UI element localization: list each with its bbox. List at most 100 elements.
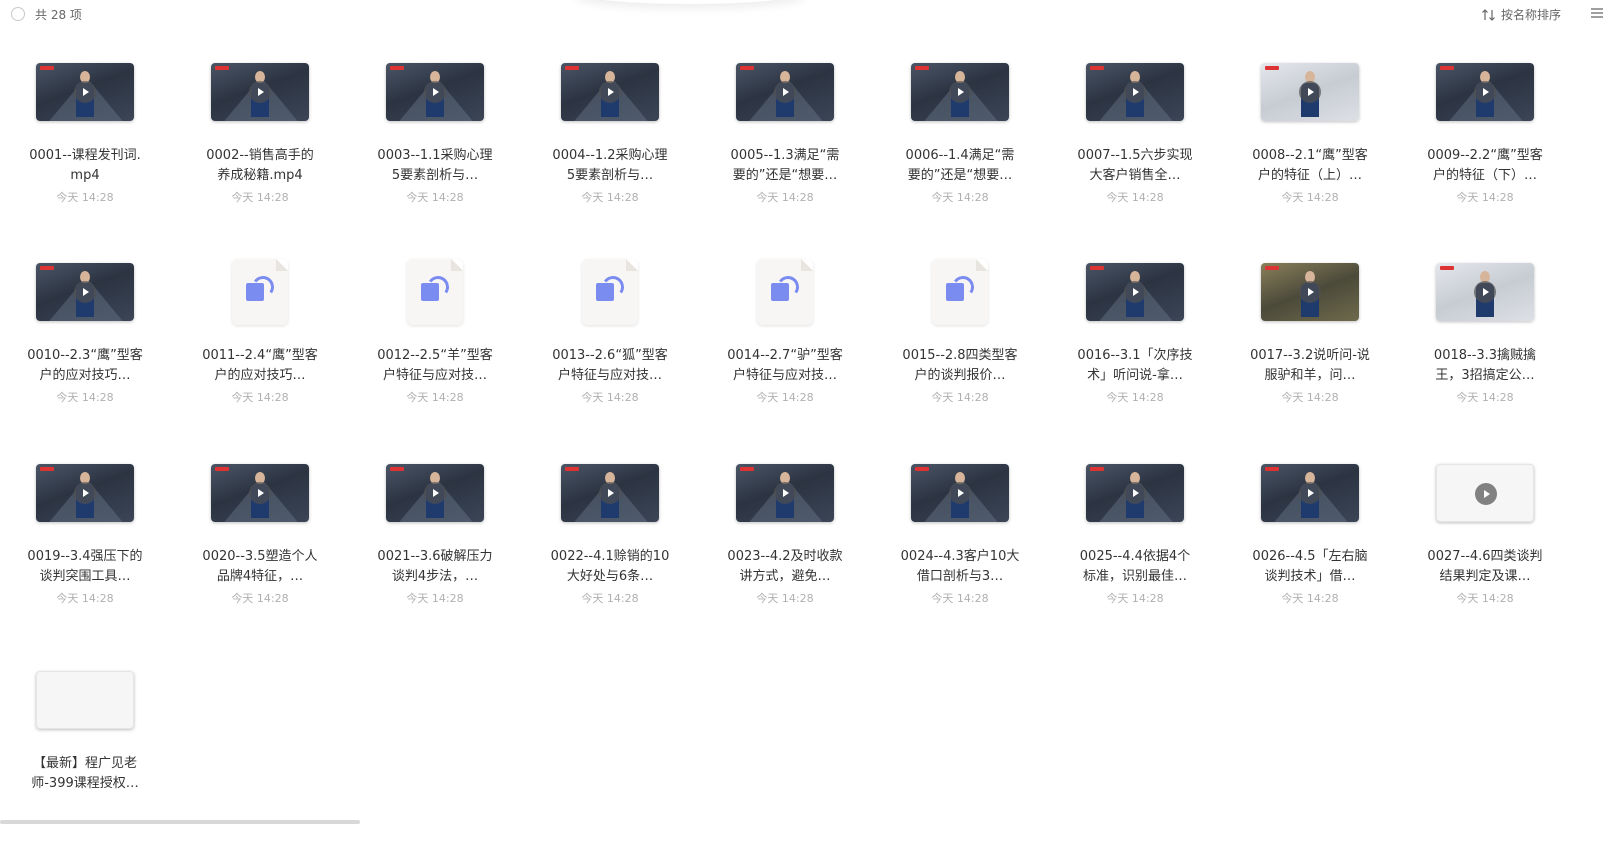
play-icon[interactable]: [1299, 81, 1321, 103]
file-date: 今天 14:28: [581, 191, 639, 204]
file-name: 0022--4.1赊销的10大好处与6条…: [550, 549, 670, 584]
file-thumbnail[interactable]: [911, 457, 1009, 529]
file-thumbnail[interactable]: [1086, 256, 1184, 328]
file-thumbnail[interactable]: [561, 256, 659, 328]
file-item[interactable]: 0007--1.5六步实现大客户销售全… 今天 14:28: [1050, 56, 1220, 256]
brand-logo-mark: [915, 467, 929, 471]
file-thumbnail[interactable]: [911, 256, 1009, 328]
file-item[interactable]: 0003--1.1采购心理5要素剖析与… 今天 14:28: [350, 56, 520, 256]
file-thumbnail[interactable]: [211, 457, 309, 529]
file-item[interactable]: 0018--3.3擒贼擒王，3招搞定公… 今天 14:28: [1400, 256, 1570, 456]
play-icon[interactable]: [1124, 81, 1146, 103]
file-item[interactable]: 0024--4.3客户10大借口剖析与3… 今天 14:28: [875, 457, 1045, 657]
play-icon[interactable]: [74, 81, 96, 103]
file-item[interactable]: 0012--2.5“羊”型客户特征与应对技… 今天 14:28: [350, 256, 520, 456]
video-preview: [911, 63, 1009, 121]
file-item[interactable]: 0011--2.4“鹰”型客户的应对技巧… 今天 14:28: [175, 256, 345, 456]
brand-logo-mark: [1440, 266, 1454, 270]
file-date: 今天 14:28: [1456, 391, 1514, 404]
file-thumbnail[interactable]: [736, 457, 834, 529]
file-thumbnail[interactable]: [211, 56, 309, 128]
file-thumbnail[interactable]: [1436, 56, 1534, 128]
play-icon[interactable]: [1299, 281, 1321, 303]
play-icon[interactable]: [249, 81, 271, 103]
file-thumbnail[interactable]: [36, 457, 134, 529]
file-thumbnail[interactable]: [36, 56, 134, 128]
sort-by-name-button[interactable]: 按名称排序: [1482, 6, 1561, 23]
file-thumbnail[interactable]: [561, 457, 659, 529]
file-thumbnail[interactable]: [736, 256, 834, 328]
file-item[interactable]: 0022--4.1赊销的10大好处与6条… 今天 14:28: [525, 457, 695, 657]
play-icon[interactable]: [424, 81, 446, 103]
play-icon[interactable]: [599, 482, 621, 504]
file-thumbnail[interactable]: [911, 56, 1009, 128]
play-icon[interactable]: [1475, 483, 1497, 505]
file-item[interactable]: 0015--2.8四类型客户的谈判报价… 今天 14:28: [875, 256, 1045, 456]
file-date: 今天 14:28: [1106, 592, 1164, 605]
file-item[interactable]: 0025--4.4依据4个标准，识别最佳… 今天 14:28: [1050, 457, 1220, 657]
file-name: 0009--2.2“鹰”型客户的特征（下）…: [1427, 148, 1543, 183]
file-thumbnail[interactable]: [1436, 256, 1534, 328]
file-thumbnail[interactable]: [386, 56, 484, 128]
file-item[interactable]: 0002--销售高手的养成秘籍.mp4 今天 14:28: [175, 56, 345, 256]
file-date: 今天 14:28: [931, 391, 989, 404]
file-item[interactable]: 0020--3.5塑造个人品牌4特征，… 今天 14:28: [175, 457, 345, 657]
file-thumbnail[interactable]: [36, 256, 134, 328]
list-menu-icon[interactable]: [1590, 6, 1604, 20]
play-icon[interactable]: [1124, 281, 1146, 303]
play-icon[interactable]: [74, 482, 96, 504]
file-thumbnail[interactable]: [1261, 457, 1359, 529]
play-icon[interactable]: [949, 81, 971, 103]
select-all-checkbox[interactable]: [11, 7, 25, 21]
brand-logo-mark: [40, 66, 54, 70]
file-item[interactable]: 0006--1.4满足“需要的”还是“想要… 今天 14:28: [875, 56, 1045, 256]
play-icon[interactable]: [74, 281, 96, 303]
play-icon[interactable]: [424, 482, 446, 504]
file-item[interactable]: 0016--3.1「次序技术」听问说-拿… 今天 14:28: [1050, 256, 1220, 456]
file-thumbnail[interactable]: [1436, 457, 1534, 529]
file-item[interactable]: 0010--2.3“鹰”型客户的应对技巧… 今天 14:28: [0, 256, 170, 456]
file-item[interactable]: 0014--2.7“驴”型客户特征与应对技… 今天 14:28: [700, 256, 870, 456]
file-thumbnail[interactable]: [1086, 56, 1184, 128]
file-item[interactable]: 0001--课程发刊词.mp4 今天 14:28: [0, 56, 170, 256]
file-thumbnail[interactable]: [1086, 457, 1184, 529]
play-icon[interactable]: [599, 81, 621, 103]
file-thumbnail[interactable]: [36, 664, 134, 736]
file-item[interactable]: 0027--4.6四类谈判结果判定及课… 今天 14:28: [1400, 457, 1570, 657]
play-icon[interactable]: [1124, 482, 1146, 504]
file-item[interactable]: 0026--4.5「左右脑谈判技术」借… 今天 14:28: [1225, 457, 1395, 657]
video-preview: [1261, 63, 1359, 121]
video-preview: [1261, 263, 1359, 321]
file-thumbnail[interactable]: [386, 457, 484, 529]
file-item[interactable]: 0009--2.2“鹰”型客户的特征（下）… 今天 14:28: [1400, 56, 1570, 256]
file-name: 0013--2.6“狐”型客户特征与应对技…: [552, 348, 668, 383]
document-file-icon: [932, 259, 988, 325]
file-item[interactable]: 0021--3.6破解压力谈判4步法，… 今天 14:28: [350, 457, 520, 657]
file-thumbnail[interactable]: [1261, 56, 1359, 128]
file-thumbnail[interactable]: [736, 56, 834, 128]
play-icon[interactable]: [1474, 281, 1496, 303]
play-icon[interactable]: [774, 482, 796, 504]
file-item[interactable]: 0004--1.2采购心理5要素剖析与… 今天 14:28: [525, 56, 695, 256]
play-icon[interactable]: [1474, 81, 1496, 103]
file-item[interactable]: 0013--2.6“狐”型客户特征与应对技… 今天 14:28: [525, 256, 695, 456]
file-thumbnail[interactable]: [561, 56, 659, 128]
file-item[interactable]: 0019--3.4强压下的谈判突围工具… 今天 14:28: [0, 457, 170, 657]
file-item[interactable]: 0005--1.3满足“需要的”还是“想要… 今天 14:28: [700, 56, 870, 256]
file-item[interactable]: 0017--3.2说听问-说服驴和羊，问… 今天 14:28: [1225, 256, 1395, 456]
file-thumbnail[interactable]: [386, 256, 484, 328]
file-item[interactable]: 0008--2.1“鹰”型客户的特征（上）… 今天 14:28: [1225, 56, 1395, 256]
file-name: 0012--2.5“羊”型客户特征与应对技…: [377, 348, 493, 383]
file-thumbnail[interactable]: [211, 256, 309, 328]
play-icon[interactable]: [949, 482, 971, 504]
file-thumbnail[interactable]: [1261, 256, 1359, 328]
file-name: 0006--1.4满足“需要的”还是“想要…: [905, 148, 1015, 183]
play-icon[interactable]: [1299, 482, 1321, 504]
play-icon[interactable]: [249, 482, 271, 504]
file-name: 0007--1.5六步实现大客户销售全…: [1077, 148, 1193, 183]
play-icon[interactable]: [774, 81, 796, 103]
file-item[interactable]: 【最新】程广见老师-399课程授权…: [0, 664, 170, 864]
horizontal-scrollbar[interactable]: [0, 820, 360, 824]
image-preview: [36, 671, 134, 729]
file-item[interactable]: 0023--4.2及时收款讲方式，避免… 今天 14:28: [700, 457, 870, 657]
